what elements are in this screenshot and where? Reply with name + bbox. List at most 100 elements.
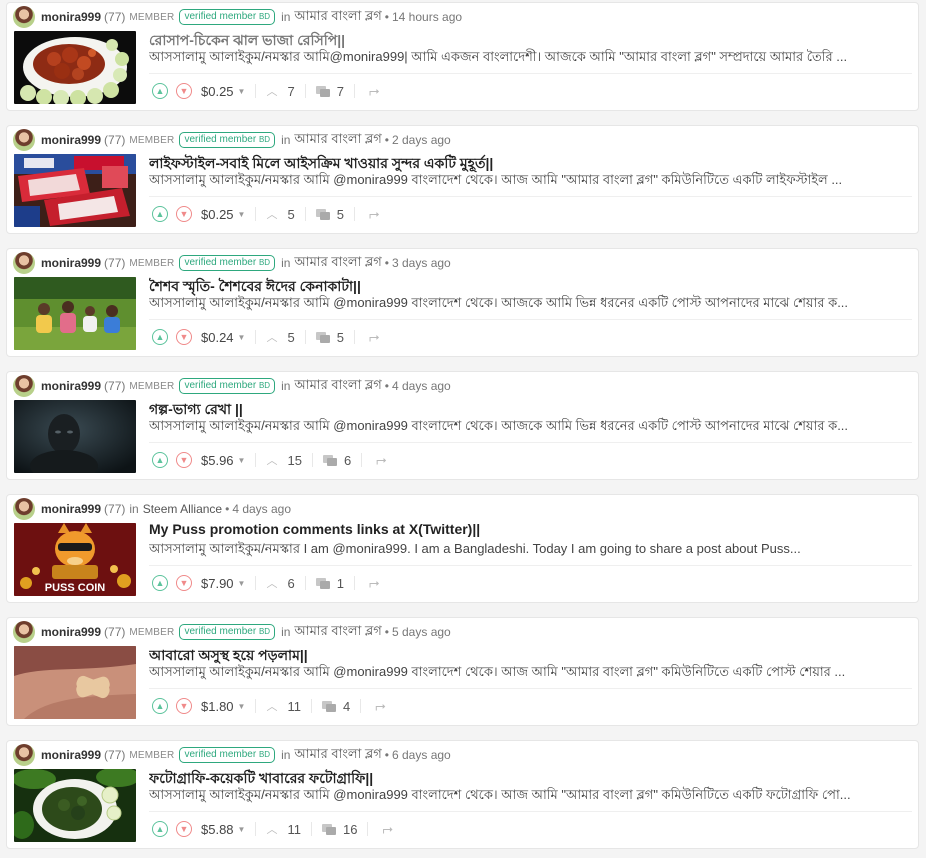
author-link[interactable]: monira999 (41, 748, 101, 762)
comments-icon[interactable] (321, 700, 336, 712)
avatar[interactable] (13, 621, 35, 643)
community-link[interactable]: Steem Alliance (143, 502, 222, 516)
post-thumbnail[interactable] (14, 400, 136, 473)
caret-down-icon[interactable]: ▼ (238, 87, 246, 96)
post-title[interactable]: My Puss promotion comments links at X(Tw… (149, 521, 915, 537)
chevron-down-circle-icon[interactable]: ▼ (176, 575, 192, 591)
community-link[interactable]: আমার বাংলা ব্লগ (294, 130, 381, 151)
avatar[interactable] (13, 252, 35, 274)
chevron-up-circle-icon[interactable]: ▲ (152, 83, 168, 99)
caret-down-icon[interactable]: ▼ (238, 702, 246, 711)
reblog-icon[interactable]: ⮣ (369, 206, 379, 222)
payout-value[interactable]: $5.96 (201, 453, 234, 468)
comments-icon[interactable] (315, 577, 330, 589)
post-excerpt[interactable]: আসসালামু আলাইকুম/নমস্কার I am @monira999… (149, 540, 915, 561)
caret-down-icon[interactable]: ▼ (238, 825, 246, 834)
comments-icon[interactable] (315, 331, 330, 343)
comment-count[interactable]: 4 (343, 699, 350, 714)
author-link[interactable]: monira999 (41, 133, 101, 147)
chevron-up-icon[interactable]: ︿ (266, 329, 277, 345)
post-excerpt[interactable]: আসসালামু আলাইকুম/নমস্কার আমি @monira999 … (149, 171, 915, 192)
chevron-up-circle-icon[interactable]: ▲ (152, 698, 168, 714)
vote-count[interactable]: 5 (287, 207, 294, 222)
chevron-up-circle-icon[interactable]: ▲ (152, 575, 168, 591)
avatar[interactable] (13, 744, 35, 766)
reblog-icon[interactable]: ⮣ (369, 83, 379, 99)
payout-value[interactable]: $0.24 (201, 330, 234, 345)
chevron-down-circle-icon[interactable]: ▼ (176, 452, 192, 468)
comment-count[interactable]: 6 (344, 453, 351, 468)
post-time[interactable]: 14 hours ago (392, 10, 462, 24)
post-excerpt[interactable]: আসসালামু আলাইকুম/নমস্কার আমি @monira999 … (149, 294, 915, 315)
vote-count[interactable]: 5 (287, 330, 294, 345)
comments-icon[interactable] (315, 208, 330, 220)
author-link[interactable]: monira999 (41, 379, 101, 393)
chevron-up-icon[interactable]: ︿ (266, 452, 277, 468)
post-thumbnail[interactable] (14, 646, 136, 719)
avatar[interactable] (13, 498, 35, 520)
comments-icon[interactable] (322, 454, 337, 466)
vote-count[interactable]: 15 (287, 453, 301, 468)
post-time[interactable]: 4 days ago (232, 502, 291, 516)
vote-count[interactable]: 6 (287, 576, 294, 591)
post-time[interactable]: 3 days ago (392, 256, 451, 270)
post-time[interactable]: 2 days ago (392, 133, 451, 147)
reblog-icon[interactable]: ⮣ (382, 821, 392, 837)
post-time[interactable]: 6 days ago (392, 748, 451, 762)
payout-value[interactable]: $0.25 (201, 207, 234, 222)
chevron-up-icon[interactable]: ︿ (266, 206, 277, 222)
post-thumbnail[interactable]: PUSS COIN (14, 523, 136, 596)
post-time[interactable]: 4 days ago (392, 379, 451, 393)
caret-down-icon[interactable]: ▼ (238, 333, 246, 342)
reblog-icon[interactable]: ⮣ (376, 452, 386, 468)
chevron-down-circle-icon[interactable]: ▼ (176, 206, 192, 222)
chevron-up-circle-icon[interactable]: ▲ (152, 329, 168, 345)
chevron-down-circle-icon[interactable]: ▼ (176, 821, 192, 837)
avatar[interactable] (13, 6, 35, 28)
reblog-icon[interactable]: ⮣ (369, 329, 379, 345)
comment-count[interactable]: 1 (337, 576, 344, 591)
post-excerpt[interactable]: আসসালামু আলাইকুম/নমস্কার আমি @monira999 … (149, 417, 915, 438)
author-link[interactable]: monira999 (41, 625, 101, 639)
post-thumbnail[interactable] (14, 31, 136, 104)
post-thumbnail[interactable] (14, 277, 136, 350)
chevron-down-circle-icon[interactable]: ▼ (176, 329, 192, 345)
reblog-icon[interactable]: ⮣ (375, 698, 385, 714)
post-thumbnail[interactable] (14, 154, 136, 227)
vote-count[interactable]: 11 (287, 822, 301, 837)
chevron-down-circle-icon[interactable]: ▼ (176, 83, 192, 99)
chevron-up-icon[interactable]: ︿ (266, 83, 277, 99)
chevron-up-icon[interactable]: ︿ (266, 698, 277, 714)
comment-count[interactable]: 16 (343, 822, 357, 837)
community-link[interactable]: আমার বাংলা ব্লগ (294, 253, 381, 274)
community-link[interactable]: আমার বাংলা ব্লগ (294, 745, 381, 766)
comment-count[interactable]: 7 (337, 84, 344, 99)
chevron-up-icon[interactable]: ︿ (266, 575, 277, 591)
chevron-down-circle-icon[interactable]: ▼ (176, 698, 192, 714)
payout-value[interactable]: $0.25 (201, 84, 234, 99)
avatar[interactable] (13, 129, 35, 151)
community-link[interactable]: আমার বাংলা ব্লগ (294, 7, 381, 28)
chevron-up-circle-icon[interactable]: ▲ (152, 452, 168, 468)
community-link[interactable]: আমার বাংলা ব্লগ (294, 622, 381, 643)
author-link[interactable]: monira999 (41, 502, 101, 516)
comment-count[interactable]: 5 (337, 207, 344, 222)
chevron-up-icon[interactable]: ︿ (266, 821, 277, 837)
reblog-icon[interactable]: ⮣ (369, 575, 379, 591)
vote-count[interactable]: 7 (287, 84, 294, 99)
post-excerpt[interactable]: আসসালামু আলাইকুম/নমস্কার আমি @monira999 … (149, 786, 915, 807)
comments-icon[interactable] (321, 823, 336, 835)
payout-value[interactable]: $1.80 (201, 699, 234, 714)
post-excerpt[interactable]: আসসালামু আলাইকুম/নমস্কার আমি@monira999| … (149, 48, 915, 69)
caret-down-icon[interactable]: ▼ (238, 579, 246, 588)
community-link[interactable]: আমার বাংলা ব্লগ (294, 376, 381, 397)
payout-value[interactable]: $7.90 (201, 576, 234, 591)
chevron-up-circle-icon[interactable]: ▲ (152, 206, 168, 222)
post-excerpt[interactable]: আসসালামু আলাইকুম/নমস্কার আমি @monira999 … (149, 663, 915, 684)
caret-down-icon[interactable]: ▼ (238, 210, 246, 219)
caret-down-icon[interactable]: ▼ (238, 456, 246, 465)
comments-icon[interactable] (315, 85, 330, 97)
avatar[interactable] (13, 375, 35, 397)
payout-value[interactable]: $5.88 (201, 822, 234, 837)
comment-count[interactable]: 5 (337, 330, 344, 345)
